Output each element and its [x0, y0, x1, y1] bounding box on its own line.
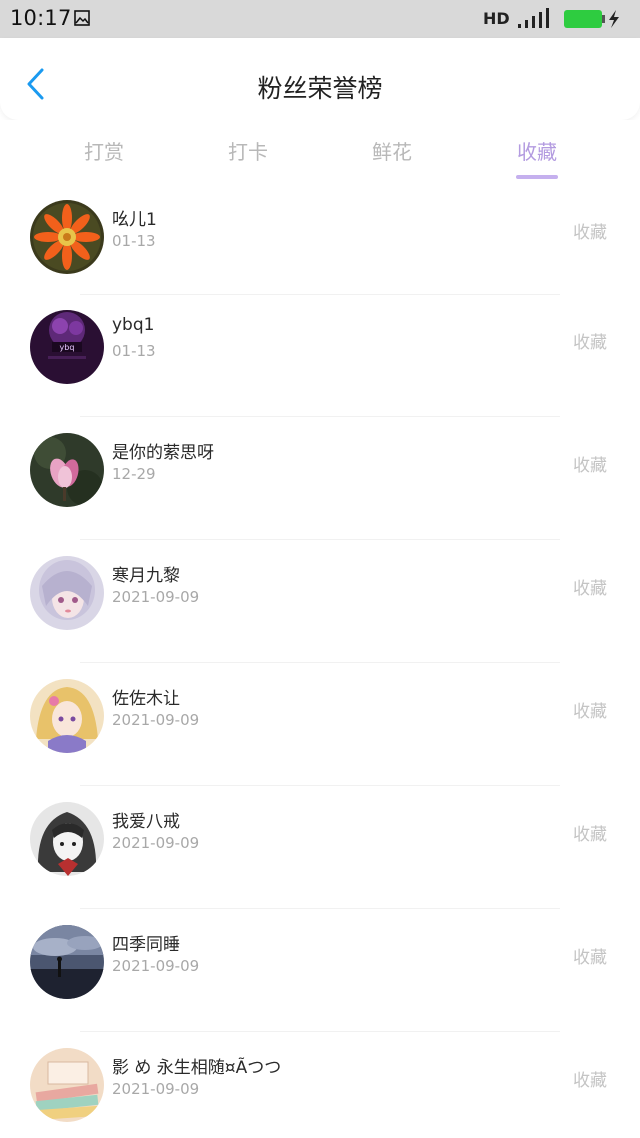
- avatar[interactable]: [30, 1048, 104, 1122]
- favorite-label: 收藏: [573, 1071, 607, 1091]
- active-tab-indicator: [516, 175, 558, 179]
- avatar[interactable]: [30, 925, 104, 999]
- fan-date: 2021-09-09: [112, 588, 200, 606]
- favorite-label: 收藏: [573, 579, 607, 599]
- favorite-label: 收藏: [573, 223, 607, 243]
- divider: [80, 416, 560, 417]
- tab-favorites[interactable]: 收藏: [477, 136, 597, 165]
- fan-date: 01-13: [112, 342, 156, 360]
- avatar[interactable]: ybq: [30, 310, 104, 384]
- fan-name: 吆儿1: [112, 210, 157, 230]
- divider: [80, 785, 560, 786]
- list-item[interactable]: 寒月九黎 2021-09-09 收藏: [0, 556, 640, 679]
- anime-girl-sketch-icon: [30, 802, 104, 876]
- fan-date: 2021-09-09: [112, 1080, 200, 1098]
- divider: [80, 294, 560, 295]
- status-bar: 10:17 HD: [0, 0, 640, 38]
- divider: [80, 539, 560, 540]
- fan-name: 我爱八戒: [112, 812, 180, 832]
- tab-checkin[interactable]: 打卡: [188, 136, 308, 165]
- orange-flower-icon: [30, 200, 104, 274]
- purple-logo-icon: ybq: [30, 310, 104, 384]
- favorite-label: 收藏: [573, 948, 607, 968]
- tab-flowers[interactable]: 鲜花: [332, 136, 452, 165]
- list-item[interactable]: ybq ybq1 01-13 收藏: [0, 310, 640, 433]
- battery-icon: [564, 10, 619, 28]
- fan-name: 佐佐木让: [112, 689, 180, 709]
- header: 粉丝荣誉榜: [0, 38, 640, 120]
- fan-name: 影 め 永生相随¤Ãつつ: [112, 1058, 282, 1078]
- avatar[interactable]: [30, 433, 104, 507]
- avatar[interactable]: [30, 802, 104, 876]
- fan-name: 是你的萦思呀: [112, 443, 214, 463]
- avatar[interactable]: [30, 679, 104, 753]
- fan-date: 12-29: [112, 465, 156, 483]
- favorite-label: 收藏: [573, 702, 607, 722]
- signal-icon: [518, 8, 549, 28]
- svg-text:ybq: ybq: [60, 343, 75, 352]
- divider: [80, 1031, 560, 1032]
- favorite-label: 收藏: [573, 456, 607, 476]
- fan-date: 2021-09-09: [112, 957, 200, 975]
- list-item[interactable]: 四季同睡 2021-09-09 收藏: [0, 925, 640, 1048]
- fan-date: 2021-09-09: [112, 834, 200, 852]
- network-type: HD: [483, 9, 510, 28]
- books-pastel-icon: [30, 1048, 104, 1122]
- pink-magnolia-icon: [30, 433, 104, 507]
- gallery-icon: [74, 10, 90, 26]
- fan-name: 寒月九黎: [112, 566, 180, 586]
- fan-date: 2021-09-09: [112, 711, 200, 729]
- list-item[interactable]: 影 め 永生相随¤Ãつつ 2021-09-09 收藏: [0, 1048, 640, 1138]
- fan-name: ybq1: [112, 315, 155, 335]
- favorite-label: 收藏: [573, 825, 607, 845]
- fan-date: 01-13: [112, 232, 156, 250]
- fan-name: 四季同睡: [112, 935, 180, 955]
- status-time: 10:17: [10, 6, 72, 30]
- fan-list: 吆儿1 01-13 收藏 ybq ybq1 01-13 收藏 是你的萦思呀 12…: [0, 184, 640, 1138]
- tab-reward[interactable]: 打赏: [44, 136, 164, 165]
- list-item[interactable]: 吆儿1 01-13 收藏: [0, 200, 640, 323]
- list-item[interactable]: 我爱八戒 2021-09-09 收藏: [0, 802, 640, 925]
- divider: [80, 662, 560, 663]
- favorite-label: 收藏: [573, 333, 607, 353]
- avatar[interactable]: [30, 200, 104, 274]
- list-item[interactable]: 佐佐木让 2021-09-09 收藏: [0, 679, 640, 802]
- anime-girl-silver-icon: [30, 556, 104, 630]
- page-title: 粉丝荣誉榜: [257, 74, 383, 103]
- list-item[interactable]: 是你的萦思呀 12-29 收藏: [0, 433, 640, 556]
- avatar[interactable]: [30, 556, 104, 630]
- anime-girl-blonde-icon: [30, 679, 104, 753]
- lonely-figure-sky-icon: [30, 925, 104, 999]
- divider: [80, 908, 560, 909]
